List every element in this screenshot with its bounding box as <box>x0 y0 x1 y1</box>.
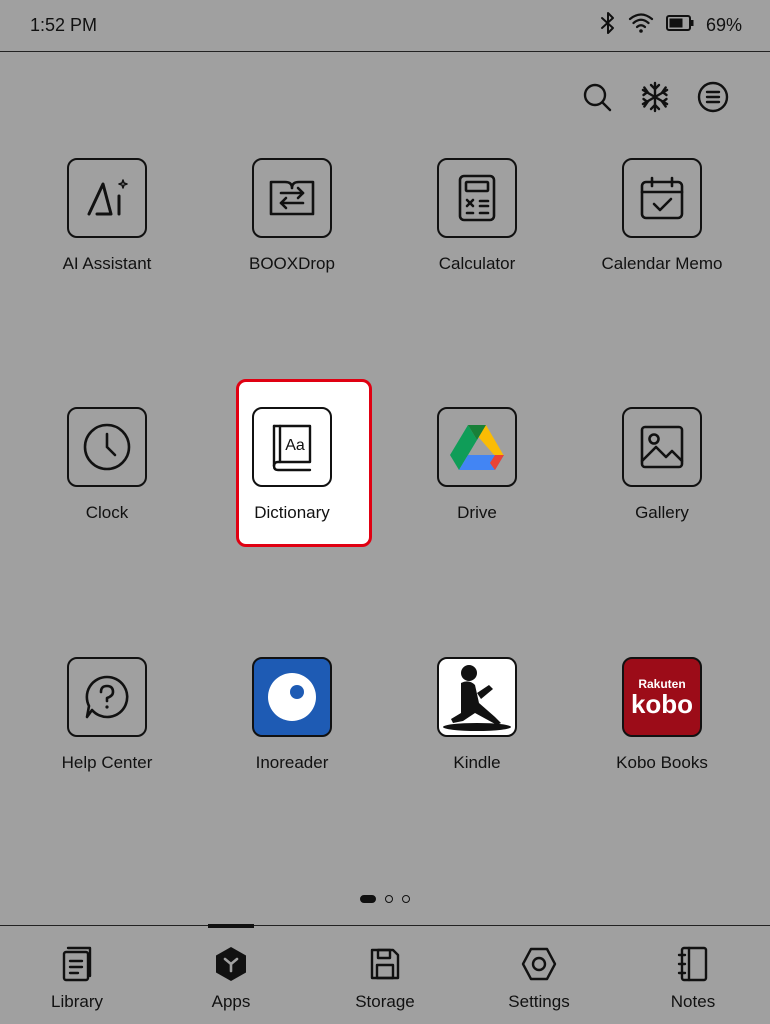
dictionary-icon: Aa <box>252 407 332 487</box>
dictionary-glyph: Aa <box>285 437 305 454</box>
app-gallery[interactable]: Gallery <box>569 377 755 557</box>
app-label: Kobo Books <box>616 753 708 772</box>
nav-label: Notes <box>670 992 716 1011</box>
nav-apps[interactable]: Apps <box>154 924 308 1024</box>
app-calculator[interactable]: Calculator <box>384 128 570 308</box>
status-bar: 1:52 PM 69% <box>0 0 770 52</box>
app-label: Gallery <box>635 503 689 522</box>
kobo-icon: Rakuten kobo <box>622 657 702 737</box>
app-help-center[interactable]: Help Center <box>14 627 200 807</box>
apps-icon <box>214 946 248 982</box>
nav-settings[interactable]: Settings <box>462 926 616 1024</box>
help-icon <box>67 657 147 737</box>
page-indicator <box>0 895 770 903</box>
app-label: Calculator <box>438 254 516 273</box>
inoreader-icon <box>252 657 332 737</box>
wifi-icon <box>628 12 654 39</box>
nav-label: Library <box>51 992 103 1011</box>
nav-storage[interactable]: Storage <box>308 926 462 1024</box>
page-dot-active[interactable] <box>360 895 376 903</box>
calendar-icon <box>622 158 702 238</box>
freeze-icon[interactable] <box>638 80 672 114</box>
top-actions <box>580 80 730 114</box>
ai-assistant-icon <box>67 158 147 238</box>
app-booxdrop[interactable]: BOOXDrop <box>199 128 385 308</box>
storage-icon <box>369 946 401 982</box>
nav-library[interactable]: Library <box>0 926 154 1024</box>
nav-label: Settings <box>508 992 570 1011</box>
app-label: Kindle <box>453 753 501 772</box>
app-inoreader[interactable]: Inoreader <box>199 627 385 807</box>
notes-icon <box>677 946 709 982</box>
gallery-icon <box>622 407 702 487</box>
kindle-icon <box>437 657 517 737</box>
nav-label: Storage <box>355 992 415 1011</box>
app-label: AI Assistant <box>62 254 152 273</box>
nav-label: Apps <box>211 992 251 1011</box>
battery-percentage: 69% <box>705 14 742 35</box>
bluetooth-icon <box>600 11 616 40</box>
app-label: Calendar Memo <box>601 254 723 273</box>
drive-icon <box>437 407 517 487</box>
bottom-nav: Library Apps Storage Settings Notes <box>0 924 770 1024</box>
menu-icon[interactable] <box>696 80 730 114</box>
app-label: Dictionary <box>254 503 330 522</box>
app-label: Drive <box>457 503 497 522</box>
app-label: Inoreader <box>255 753 329 772</box>
nav-notes[interactable]: Notes <box>616 926 770 1024</box>
page-dot[interactable] <box>385 895 393 903</box>
app-calendar-memo[interactable]: Calendar Memo <box>569 128 755 308</box>
settings-icon <box>521 946 557 982</box>
app-drive[interactable]: Drive <box>384 377 570 557</box>
app-kobo-books[interactable]: Rakuten kobo Kobo Books <box>569 627 755 807</box>
calculator-icon <box>437 158 517 238</box>
battery-icon <box>665 14 694 36</box>
clock-icon <box>67 407 147 487</box>
library-icon <box>61 946 93 982</box>
booxdrop-icon <box>252 158 332 238</box>
status-indicators: 69% <box>600 11 742 40</box>
kobo-logo-bottom: kobo <box>630 689 694 719</box>
status-time: 1:52 PM <box>30 15 98 35</box>
app-clock[interactable]: Clock <box>14 377 200 557</box>
app-label: Clock <box>85 503 129 522</box>
app-kindle[interactable]: Kindle <box>384 627 570 807</box>
search-icon[interactable] <box>580 80 614 114</box>
app-ai-assistant[interactable]: AI Assistant <box>14 128 200 308</box>
app-dictionary[interactable]: Aa Dictionary <box>199 377 385 557</box>
page-dot[interactable] <box>402 895 410 903</box>
app-label: Help Center <box>61 753 153 772</box>
app-label: BOOXDrop <box>249 254 335 273</box>
active-tab-indicator <box>208 924 254 928</box>
